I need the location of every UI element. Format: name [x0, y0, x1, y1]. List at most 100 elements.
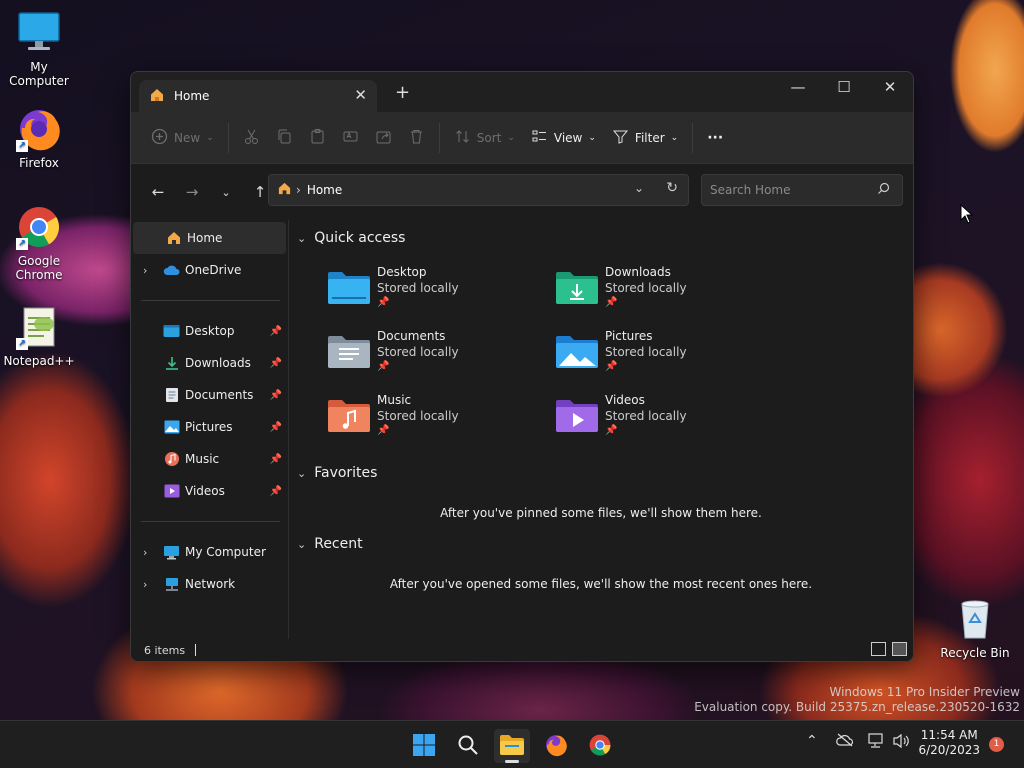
- cut-button[interactable]: [235, 122, 268, 154]
- taskbar-clock[interactable]: 11:54 AM 6/20/2023: [918, 728, 980, 758]
- mouse-pointer-icon: [960, 203, 974, 227]
- volume-icon[interactable]: [892, 733, 910, 753]
- quick-access-item-pictures[interactable]: Pictures Stored locally 📌: [555, 328, 755, 384]
- tab-title: Home: [174, 89, 210, 103]
- quick-access-item-videos[interactable]: Videos Stored locally 📌: [555, 392, 755, 448]
- breadcrumb-chevron-icon: ›: [296, 183, 301, 197]
- pin-icon: 📌: [605, 425, 618, 436]
- os-watermark: Windows 11 Pro Insider Preview Evaluatio…: [694, 685, 1020, 715]
- sidebar-item-music[interactable]: Music 📌: [131, 443, 288, 475]
- quick-access-item-music[interactable]: Music Stored locally 📌: [327, 392, 527, 448]
- quick-access-item-desktop[interactable]: Desktop Stored locally 📌: [327, 264, 527, 320]
- quick-access-item-downloads[interactable]: Downloads Stored locally 📌: [555, 264, 755, 320]
- sidebar-item-label: Music: [185, 452, 220, 466]
- rename-button[interactable]: [334, 122, 367, 154]
- close-window-button[interactable]: ✕: [867, 72, 913, 102]
- pin-icon[interactable]: 📌: [270, 454, 282, 465]
- home-icon: [277, 181, 292, 199]
- sort-button[interactable]: Sort ⌄: [446, 122, 523, 154]
- sidebar-item-home[interactable]: Home: [133, 222, 286, 254]
- minimize-button[interactable]: —: [775, 72, 821, 102]
- onedrive-tray-icon[interactable]: [836, 733, 854, 751]
- pin-icon[interactable]: 📌: [270, 486, 282, 497]
- chevron-down-icon: ⌄: [507, 132, 515, 143]
- start-button[interactable]: [406, 729, 442, 763]
- large-icons-view-icon[interactable]: [892, 642, 907, 656]
- sidebar-item-label: Desktop: [185, 324, 235, 338]
- windows-logo-icon: [412, 733, 436, 760]
- quick-access-item-documents[interactable]: Documents Stored locally 📌: [327, 328, 527, 384]
- chevron-down-icon: ⌄: [297, 466, 307, 480]
- chevron-right-icon[interactable]: ›: [143, 264, 147, 277]
- sidebar-item-desktop[interactable]: Desktop 📌: [131, 315, 288, 347]
- chevron-down-icon: ⌄: [670, 132, 679, 143]
- filter-button[interactable]: Filter ⌄: [604, 122, 686, 154]
- sidebar-item-network[interactable]: › Network: [131, 568, 288, 600]
- desktop-icon-my-computer[interactable]: My Computer: [2, 10, 76, 88]
- view-button[interactable]: View ⌄: [523, 122, 604, 154]
- desktop-icon-notepadpp[interactable]: ↗ Notepad++: [2, 304, 76, 368]
- tab-home[interactable]: Home ✕: [139, 80, 377, 112]
- sidebar-item-my-computer[interactable]: › My Computer: [131, 536, 288, 568]
- forward-button[interactable]: →: [175, 177, 209, 207]
- pin-icon[interactable]: 📌: [270, 390, 282, 401]
- pin-icon: 📌: [605, 297, 618, 308]
- quick-access-header[interactable]: ⌄ Quick access: [297, 230, 405, 246]
- navigation-pane: Home › OneDrive Desktop 📌 Downloads 📌 Do…: [131, 220, 289, 639]
- item-name: Music: [377, 393, 412, 407]
- item-location: Stored locally: [605, 281, 687, 295]
- taskbar: ⌃ 11:54 AM 6/20/2023 1: [0, 720, 1024, 768]
- show-hidden-icons-chevron-icon[interactable]: ⌃: [806, 733, 818, 749]
- notification-badge[interactable]: 1: [989, 737, 1004, 752]
- share-button[interactable]: [367, 122, 400, 154]
- chevron-right-icon[interactable]: ›: [143, 546, 147, 559]
- maximize-button[interactable]: ☐: [821, 72, 867, 102]
- paste-button[interactable]: [301, 122, 334, 154]
- title-bar: Home ✕ + — ☐ ✕: [131, 72, 913, 112]
- copy-button[interactable]: [268, 122, 301, 154]
- address-bar[interactable]: › Home ⌄ ↻: [268, 174, 689, 206]
- breadcrumb[interactable]: Home: [307, 183, 342, 197]
- search-input[interactable]: Search Home: [701, 174, 903, 206]
- desktop-icon-firefox[interactable]: ↗ Firefox: [2, 106, 76, 170]
- firefox-icon: [544, 733, 568, 760]
- taskbar-search-button[interactable]: [450, 729, 486, 763]
- pin-icon[interactable]: 📌: [270, 326, 282, 337]
- favorites-header[interactable]: ⌄ Favorites: [297, 465, 377, 481]
- taskbar-chrome[interactable]: [582, 729, 618, 763]
- sidebar-item-pictures[interactable]: Pictures 📌: [131, 411, 288, 443]
- explorer-body: Home › OneDrive Desktop 📌 Downloads 📌 Do…: [131, 220, 913, 639]
- sidebar-item-label: Downloads: [185, 356, 251, 370]
- pin-icon[interactable]: 📌: [270, 422, 282, 433]
- new-tab-button[interactable]: +: [395, 82, 410, 103]
- chrome-icon: ↗: [16, 204, 62, 250]
- address-dropdown-icon[interactable]: ⌄: [634, 181, 644, 195]
- pin-icon[interactable]: 📌: [270, 358, 282, 369]
- sidebar-item-videos[interactable]: Videos 📌: [131, 475, 288, 507]
- delete-button[interactable]: [400, 122, 433, 154]
- videos-folder-icon: [163, 483, 180, 500]
- taskbar-firefox[interactable]: [538, 729, 574, 763]
- item-name: Desktop: [377, 265, 427, 279]
- clock-date: 6/20/2023: [918, 743, 980, 757]
- pictures-folder-icon: [163, 419, 180, 436]
- refresh-icon[interactable]: ↻: [666, 180, 678, 196]
- recent-locations-button[interactable]: ⌄: [209, 177, 243, 207]
- sidebar-item-documents[interactable]: Documents 📌: [131, 379, 288, 411]
- taskbar-file-explorer[interactable]: [494, 729, 530, 763]
- back-button[interactable]: ←: [141, 177, 175, 207]
- new-button[interactable]: New ⌄: [143, 122, 222, 154]
- monitor-icon: [16, 10, 62, 56]
- sidebar-item-downloads[interactable]: Downloads 📌: [131, 347, 288, 379]
- chevron-right-icon[interactable]: ›: [143, 578, 147, 591]
- recent-header[interactable]: ⌄ Recent: [297, 536, 363, 552]
- more-options-button[interactable]: ···: [699, 122, 731, 154]
- network-tray-icon[interactable]: [868, 733, 886, 753]
- tab-close-icon[interactable]: ✕: [354, 86, 367, 104]
- desktop-icon-recycle-bin[interactable]: Recycle Bin: [938, 596, 1012, 660]
- home-icon: [149, 87, 165, 106]
- sidebar-item-onedrive[interactable]: › OneDrive: [131, 254, 288, 286]
- clipboard-icon: [309, 128, 326, 148]
- details-view-icon[interactable]: [871, 642, 886, 656]
- desktop-icon-chrome[interactable]: ↗ Google Chrome: [2, 204, 76, 282]
